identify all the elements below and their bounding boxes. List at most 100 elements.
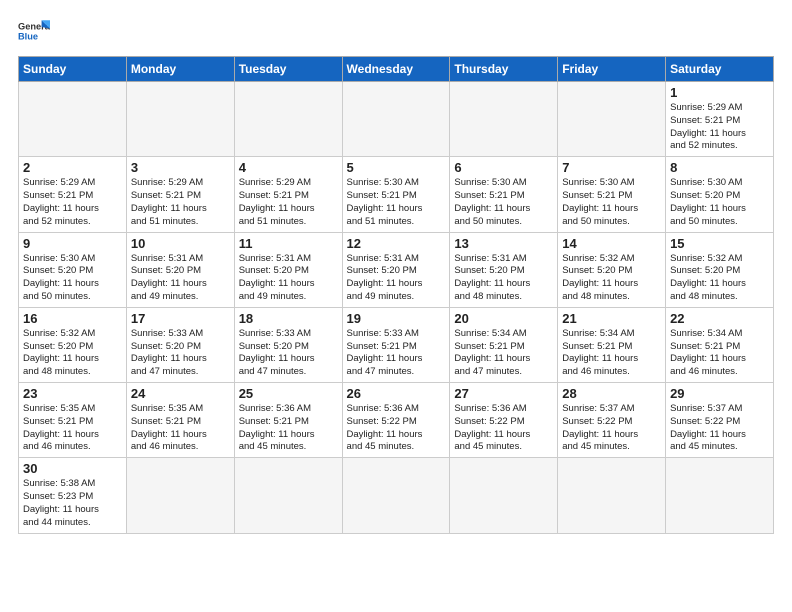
cell-sun-info: Sunrise: 5:36 AMSunset: 5:22 PMDaylight:… <box>454 403 553 454</box>
weekday-header-row: SundayMondayTuesdayWednesdayThursdayFrid… <box>19 57 774 82</box>
calendar-cell <box>126 82 234 157</box>
cell-sun-info: Sunrise: 5:31 AMSunset: 5:20 PMDaylight:… <box>131 253 230 304</box>
cell-sun-info: Sunrise: 5:31 AMSunset: 5:20 PMDaylight:… <box>239 253 338 304</box>
day-number: 19 <box>347 311 446 326</box>
cell-sun-info: Sunrise: 5:29 AMSunset: 5:21 PMDaylight:… <box>670 102 769 153</box>
weekday-header-sunday: Sunday <box>19 57 127 82</box>
day-number: 15 <box>670 236 769 251</box>
cell-sun-info: Sunrise: 5:33 AMSunset: 5:20 PMDaylight:… <box>131 328 230 379</box>
calendar-cell: 21 Sunrise: 5:34 AMSunset: 5:21 PMDayligh… <box>558 307 666 382</box>
svg-text:Blue: Blue <box>18 32 38 42</box>
calendar-cell: 25 Sunrise: 5:36 AMSunset: 5:21 PMDayligh… <box>234 383 342 458</box>
calendar-cell: 4Sunrise: 5:29 AMSunset: 5:21 PMDaylight… <box>234 157 342 232</box>
day-number: 29 <box>670 386 769 401</box>
calendar-week-row: 9Sunrise: 5:30 AMSunset: 5:20 PMDaylight… <box>19 232 774 307</box>
calendar-cell: 5 Sunrise: 5:30 AMSunset: 5:21 PMDaylight… <box>342 157 450 232</box>
cell-sun-info: Sunrise: 5:36 AMSunset: 5:22 PMDaylight:… <box>347 403 446 454</box>
cell-sun-info: Sunrise: 5:32 AMSunset: 5:20 PMDaylight:… <box>562 253 661 304</box>
generalblue-logo-icon: General Blue <box>18 18 50 46</box>
cell-sun-info: Sunrise: 5:30 AMSunset: 5:20 PMDaylight:… <box>670 177 769 228</box>
calendar-cell: 22Sunrise: 5:34 AMSunset: 5:21 PMDayligh… <box>666 307 774 382</box>
day-number: 28 <box>562 386 661 401</box>
day-number: 27 <box>454 386 553 401</box>
day-number: 20 <box>454 311 553 326</box>
calendar-table: SundayMondayTuesdayWednesdayThursdayFrid… <box>18 56 774 534</box>
calendar-cell: 15 Sunrise: 5:32 AMSunset: 5:20 PMDayligh… <box>666 232 774 307</box>
calendar-cell <box>558 458 666 533</box>
day-number: 5 <box>347 160 446 175</box>
day-number: 22 <box>670 311 769 326</box>
calendar-cell: 24Sunrise: 5:35 AMSunset: 5:21 PMDayligh… <box>126 383 234 458</box>
calendar-cell: 12 Sunrise: 5:31 AMSunset: 5:20 PMDayligh… <box>342 232 450 307</box>
calendar-week-row: 16 Sunrise: 5:32 AMSunset: 5:20 PMDayligh… <box>19 307 774 382</box>
day-number: 26 <box>347 386 446 401</box>
cell-sun-info: Sunrise: 5:33 AMSunset: 5:21 PMDaylight:… <box>347 328 446 379</box>
cell-sun-info: Sunrise: 5:30 AMSunset: 5:21 PMDaylight:… <box>454 177 553 228</box>
weekday-header-tuesday: Tuesday <box>234 57 342 82</box>
calendar-cell: 10 Sunrise: 5:31 AMSunset: 5:20 PMDayligh… <box>126 232 234 307</box>
calendar-cell: 13Sunrise: 5:31 AMSunset: 5:20 PMDayligh… <box>450 232 558 307</box>
day-number: 14 <box>562 236 661 251</box>
cell-sun-info: Sunrise: 5:36 AMSunset: 5:21 PMDaylight:… <box>239 403 338 454</box>
day-number: 7 <box>562 160 661 175</box>
calendar-week-row: 2 Sunrise: 5:29 AMSunset: 5:21 PMDaylight… <box>19 157 774 232</box>
cell-sun-info: Sunrise: 5:30 AMSunset: 5:21 PMDaylight:… <box>562 177 661 228</box>
cell-sun-info: Sunrise: 5:29 AMSunset: 5:21 PMDaylight:… <box>131 177 230 228</box>
calendar-cell <box>450 82 558 157</box>
day-number: 25 <box>239 386 338 401</box>
day-number: 17 <box>131 311 230 326</box>
calendar-cell: 3 Sunrise: 5:29 AMSunset: 5:21 PMDaylight… <box>126 157 234 232</box>
logo: General Blue <box>18 18 50 46</box>
cell-sun-info: Sunrise: 5:30 AMSunset: 5:21 PMDaylight:… <box>347 177 446 228</box>
calendar-cell: 26 Sunrise: 5:36 AMSunset: 5:22 PMDayligh… <box>342 383 450 458</box>
cell-sun-info: Sunrise: 5:38 AMSunset: 5:23 PMDaylight:… <box>23 478 122 529</box>
calendar-cell: 30Sunrise: 5:38 AMSunset: 5:23 PMDayligh… <box>19 458 127 533</box>
day-number: 13 <box>454 236 553 251</box>
calendar-cell: 28 Sunrise: 5:37 AMSunset: 5:22 PMDayligh… <box>558 383 666 458</box>
cell-sun-info: Sunrise: 5:34 AMSunset: 5:21 PMDaylight:… <box>562 328 661 379</box>
day-number: 16 <box>23 311 122 326</box>
calendar-cell: 17 Sunrise: 5:33 AMSunset: 5:20 PMDayligh… <box>126 307 234 382</box>
calendar-cell: 19 Sunrise: 5:33 AMSunset: 5:21 PMDayligh… <box>342 307 450 382</box>
header: General Blue <box>18 18 774 46</box>
calendar-cell: 9Sunrise: 5:30 AMSunset: 5:20 PMDaylight… <box>19 232 127 307</box>
cell-sun-info: Sunrise: 5:31 AMSunset: 5:20 PMDaylight:… <box>347 253 446 304</box>
calendar-cell <box>558 82 666 157</box>
cell-sun-info: Sunrise: 5:37 AMSunset: 5:22 PMDaylight:… <box>670 403 769 454</box>
calendar-cell <box>342 458 450 533</box>
day-number: 8 <box>670 160 769 175</box>
calendar-cell <box>126 458 234 533</box>
calendar-cell: 29 Sunrise: 5:37 AMSunset: 5:22 PMDayligh… <box>666 383 774 458</box>
calendar-cell: 20 Sunrise: 5:34 AMSunset: 5:21 PMDayligh… <box>450 307 558 382</box>
cell-sun-info: Sunrise: 5:32 AMSunset: 5:20 PMDaylight:… <box>23 328 122 379</box>
cell-sun-info: Sunrise: 5:29 AMSunset: 5:21 PMDaylight:… <box>23 177 122 228</box>
cell-sun-info: Sunrise: 5:37 AMSunset: 5:22 PMDaylight:… <box>562 403 661 454</box>
day-number: 21 <box>562 311 661 326</box>
cell-sun-info: Sunrise: 5:30 AMSunset: 5:20 PMDaylight:… <box>23 253 122 304</box>
calendar-cell: 7 Sunrise: 5:30 AMSunset: 5:21 PMDaylight… <box>558 157 666 232</box>
calendar-cell: 14 Sunrise: 5:32 AMSunset: 5:20 PMDayligh… <box>558 232 666 307</box>
day-number: 23 <box>23 386 122 401</box>
calendar-cell: 2 Sunrise: 5:29 AMSunset: 5:21 PMDaylight… <box>19 157 127 232</box>
calendar-cell: 11Sunrise: 5:31 AMSunset: 5:20 PMDayligh… <box>234 232 342 307</box>
cell-sun-info: Sunrise: 5:35 AMSunset: 5:21 PMDaylight:… <box>131 403 230 454</box>
calendar-cell: 8 Sunrise: 5:30 AMSunset: 5:20 PMDaylight… <box>666 157 774 232</box>
day-number: 2 <box>23 160 122 175</box>
cell-sun-info: Sunrise: 5:29 AMSunset: 5:21 PMDaylight:… <box>239 177 338 228</box>
calendar-cell: 23Sunrise: 5:35 AMSunset: 5:21 PMDayligh… <box>19 383 127 458</box>
calendar-cell <box>666 458 774 533</box>
day-number: 3 <box>131 160 230 175</box>
calendar-cell: 18 Sunrise: 5:33 AMSunset: 5:20 PMDayligh… <box>234 307 342 382</box>
cell-sun-info: Sunrise: 5:34 AMSunset: 5:21 PMDaylight:… <box>454 328 553 379</box>
day-number: 12 <box>347 236 446 251</box>
weekday-header-monday: Monday <box>126 57 234 82</box>
weekday-header-thursday: Thursday <box>450 57 558 82</box>
cell-sun-info: Sunrise: 5:33 AMSunset: 5:20 PMDaylight:… <box>239 328 338 379</box>
day-number: 10 <box>131 236 230 251</box>
cell-sun-info: Sunrise: 5:32 AMSunset: 5:20 PMDaylight:… <box>670 253 769 304</box>
day-number: 18 <box>239 311 338 326</box>
calendar-week-row: 23 Sunrise: 5:35 AMSunset: 5:21 PMDayligh… <box>19 383 774 458</box>
weekday-header-saturday: Saturday <box>666 57 774 82</box>
calendar-week-row: 1Sunrise: 5:29 AMSunset: 5:21 PMDaylight… <box>19 82 774 157</box>
calendar-cell: 16 Sunrise: 5:32 AMSunset: 5:20 PMDayligh… <box>19 307 127 382</box>
